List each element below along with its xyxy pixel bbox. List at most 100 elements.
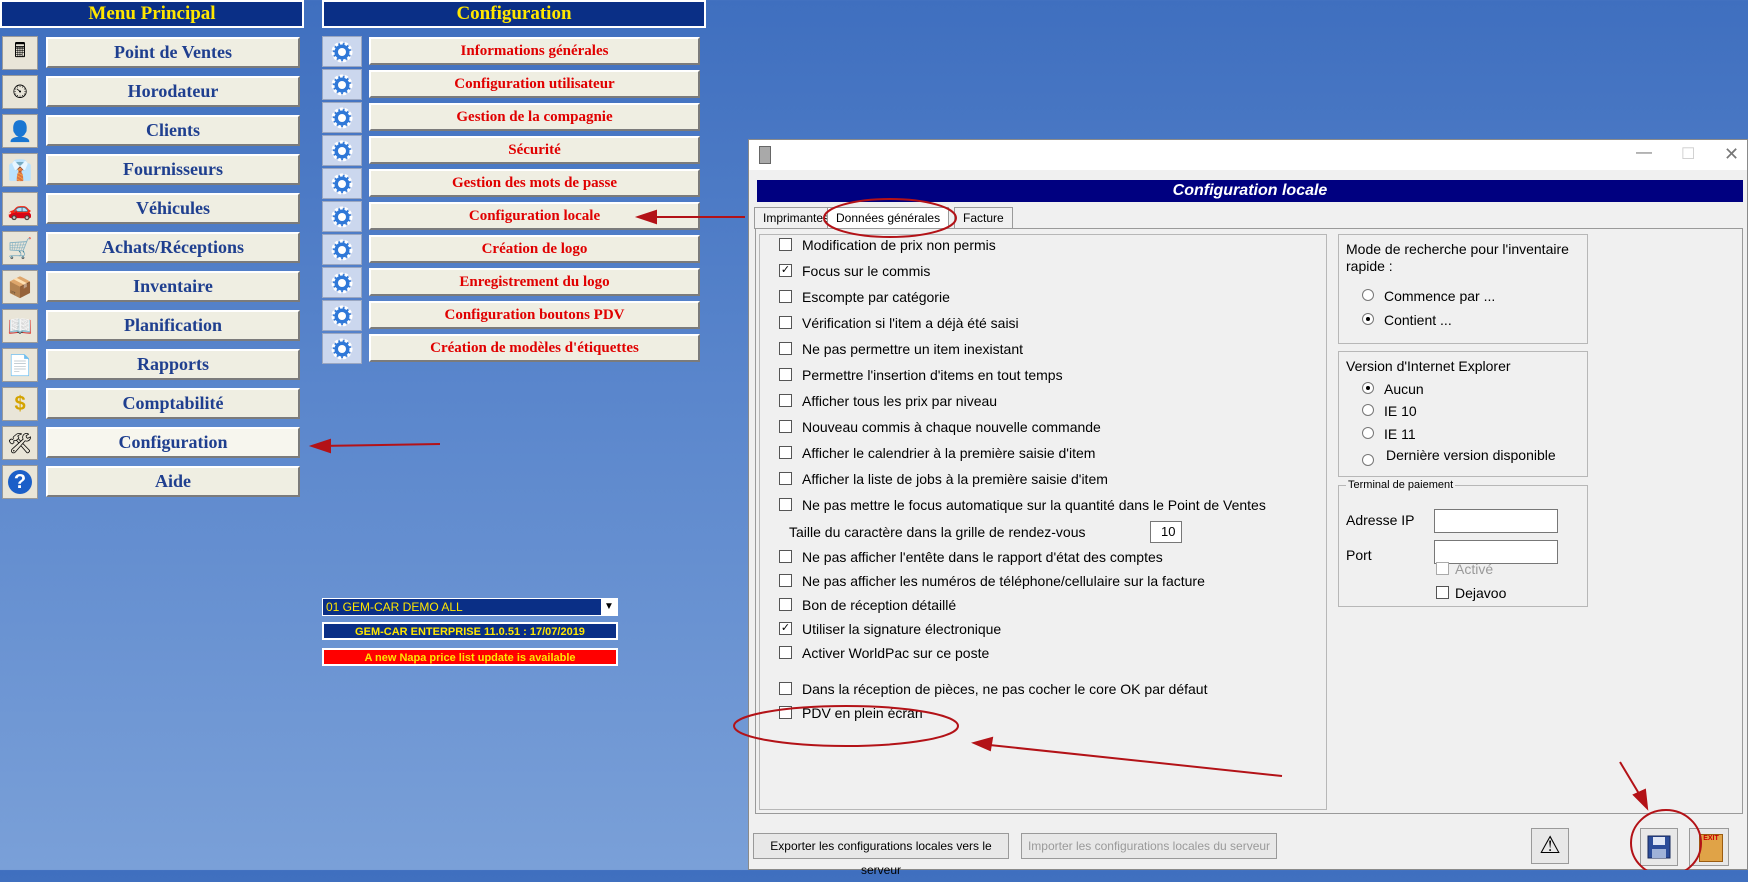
option-checkbox[interactable]: Ne pas afficher l'entête dans le rapport…	[779, 547, 1163, 567]
checkbox-unchecked[interactable]	[779, 597, 792, 611]
checkbox-unchecked[interactable]	[779, 573, 792, 587]
option-checkbox[interactable]: Activer WorldPac sur ce poste	[779, 643, 989, 663]
reports-icon[interactable]: 📄	[2, 348, 38, 382]
option-checkbox[interactable]: Bon de réception détaillé	[779, 595, 956, 615]
option-checkbox[interactable]: PDV en plein écran	[779, 703, 923, 723]
gear-icon[interactable]	[322, 69, 362, 100]
config-menu-button[interactable]: Gestion des mots de passe	[369, 169, 700, 197]
gear-icon[interactable]	[322, 36, 362, 67]
option-checkbox[interactable]: Ne pas mettre le focus automatique sur l…	[779, 495, 1266, 515]
checkbox-unchecked[interactable]	[779, 367, 792, 381]
menu-button[interactable]: Aide	[46, 466, 300, 497]
chevron-down-icon[interactable]: ▼	[601, 599, 617, 615]
config-menu-button[interactable]: Configuration locale	[369, 202, 700, 230]
option-checkbox[interactable]: Vérification si l'item a déjà été saisi	[779, 313, 1019, 333]
config-menu-button[interactable]: Création de logo	[369, 235, 700, 263]
radio-contient[interactable]: Contient ...	[1362, 312, 1452, 329]
config-menu-button[interactable]: Enregistrement du logo	[369, 268, 700, 296]
checkbox-unchecked[interactable]	[779, 681, 792, 695]
checkbox-checked[interactable]: ✓	[779, 263, 792, 277]
gear-icon[interactable]	[322, 201, 362, 232]
menu-button[interactable]: Rapports	[46, 349, 300, 380]
save-button[interactable]	[1640, 828, 1678, 866]
menu-button[interactable]: Configuration	[46, 427, 300, 458]
config-menu-button[interactable]: Informations générales	[369, 37, 700, 65]
checkbox-unchecked[interactable]	[779, 549, 792, 563]
option-checkbox[interactable]: ✓ Focus sur le commis	[779, 261, 930, 281]
close-icon[interactable]: ✕	[1724, 144, 1739, 165]
config-menu-button[interactable]: Configuration boutons PDV	[369, 301, 700, 329]
menu-button[interactable]: Achats/Réceptions	[46, 232, 300, 263]
menu-button[interactable]: Horodateur	[46, 76, 300, 107]
company-select[interactable]: 01 GEM-CAR DEMO ALL ▼	[322, 598, 618, 616]
checkbox-unchecked[interactable]	[779, 393, 792, 407]
inventory-icon[interactable]: 📦	[2, 270, 38, 304]
config-menu-button[interactable]: Sécurité	[369, 136, 700, 164]
config-menu-button[interactable]: Création de modèles d'étiquettes	[369, 334, 700, 362]
config-menu-button[interactable]: Configuration utilisateur	[369, 70, 700, 98]
help-icon[interactable]: ?	[2, 465, 38, 499]
radio-commence-par[interactable]: Commence par ...	[1362, 288, 1495, 305]
minimize-icon[interactable]: —	[1636, 144, 1652, 162]
gear-icon[interactable]	[322, 234, 362, 265]
checkbox-unchecked[interactable]	[779, 289, 792, 303]
option-checkbox[interactable]: Afficher le calendrier à la première sai…	[779, 443, 1095, 463]
option-checkbox[interactable]: Ne pas afficher les numéros de téléphone…	[779, 571, 1205, 591]
checkbox-unchecked[interactable]	[779, 315, 792, 329]
menu-button[interactable]: Planification	[46, 310, 300, 341]
gear-icon[interactable]	[322, 267, 362, 298]
checkbox-unchecked[interactable]	[779, 471, 792, 485]
option-checkbox[interactable]: Afficher tous les prix par niveau	[779, 391, 997, 411]
option-checkbox[interactable]: Ne pas permettre un item inexistant	[779, 339, 1023, 359]
cash-register-icon[interactable]: 🖩	[2, 36, 38, 70]
time-clock-icon[interactable]: ⏲	[2, 75, 38, 109]
tab-facture[interactable]: Facture	[954, 207, 1013, 229]
option-checkbox[interactable]: Permettre l'insertion d'items en tout te…	[779, 365, 1063, 385]
update-notice[interactable]: A new Napa price list update is availabl…	[322, 648, 618, 666]
menu-button[interactable]: Clients	[46, 115, 300, 146]
maximize-icon[interactable]: ☐	[1681, 144, 1695, 164]
option-checkbox[interactable]: Afficher la liste de jobs à la première …	[779, 469, 1108, 489]
radio-ie11[interactable]: IE 11	[1362, 426, 1416, 443]
radio-derniere-version[interactable]: Dernière version disponible	[1362, 447, 1562, 468]
ip-address-input[interactable]	[1434, 509, 1558, 533]
menu-button[interactable]: Point de Ventes	[46, 37, 300, 68]
checkbox-checked[interactable]: ✓	[779, 621, 792, 635]
option-checkbox[interactable]: Escompte par catégorie	[779, 287, 950, 307]
checkbox-unchecked[interactable]	[779, 645, 792, 659]
tools-icon[interactable]: 🛠	[2, 426, 38, 460]
import-config-button[interactable]: Importer les configurations locales du s…	[1021, 833, 1277, 859]
option-checkbox[interactable]: Modification de prix non permis	[779, 235, 996, 255]
checkbox-unchecked[interactable]	[779, 445, 792, 459]
gear-icon[interactable]	[322, 168, 362, 199]
gear-icon[interactable]	[322, 102, 362, 133]
dejavoo-checkbox[interactable]: Dejavoo	[1436, 585, 1506, 602]
active-checkbox[interactable]: Activé	[1436, 561, 1493, 578]
option-checkbox[interactable]: ✓ Utiliser la signature électronique	[779, 619, 1001, 639]
gear-icon[interactable]	[322, 135, 362, 166]
menu-button[interactable]: Inventaire	[46, 271, 300, 302]
config-menu-button[interactable]: Gestion de la compagnie	[369, 103, 700, 131]
dollar-icon[interactable]: $	[2, 387, 38, 421]
export-config-button[interactable]: Exporter les configurations locales vers…	[753, 833, 1009, 877]
exit-button[interactable]: EXIT	[1689, 828, 1729, 866]
planning-icon[interactable]: 📖	[2, 309, 38, 343]
radio-ie10[interactable]: IE 10	[1362, 403, 1417, 420]
checkbox-unchecked[interactable]	[779, 237, 792, 251]
option-checkbox[interactable]: Nouveau commis à chaque nouvelle command…	[779, 417, 1101, 437]
menu-button[interactable]: Comptabilité	[46, 388, 300, 419]
menu-button[interactable]: Fournisseurs	[46, 154, 300, 185]
radio-aucun[interactable]: Aucun	[1362, 381, 1424, 398]
cart-icon[interactable]: 🛒	[2, 231, 38, 265]
checkbox-unchecked[interactable]	[779, 705, 792, 719]
option-checkbox[interactable]: Dans la réception de pièces, ne pas coch…	[779, 679, 1207, 699]
gear-icon[interactable]	[322, 333, 362, 364]
supplier-person-icon[interactable]: 👔	[2, 153, 38, 187]
checkbox-unchecked[interactable]	[779, 419, 792, 433]
warning-icon[interactable]: ⚠	[1531, 828, 1569, 864]
gear-icon[interactable]	[322, 300, 362, 331]
car-icon[interactable]: 🚗	[2, 192, 38, 226]
font-size-input[interactable]: 10	[1150, 521, 1182, 543]
person-icon[interactable]: 👤	[2, 114, 38, 148]
tab-imprimantes[interactable]: Imprimantes	[754, 207, 839, 229]
